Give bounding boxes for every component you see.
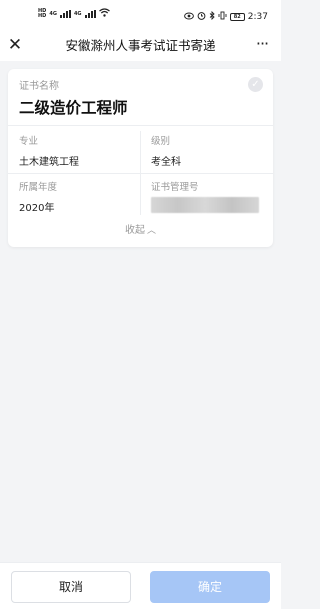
certificate-card: 证书名称 ✓ 二级造价工程师 专业 土木建筑工程 级别 考全科 所属年度 202… — [8, 69, 273, 247]
signal-icon — [59, 10, 71, 18]
sim-stack: HD HD — [38, 9, 46, 19]
action-footer: 取消 确定 — [0, 562, 281, 609]
level-field: 级别 考全科 — [151, 133, 181, 168]
signal-icon-2 — [84, 10, 96, 18]
year-value: 2020年 — [19, 203, 55, 214]
certificate-name: 二级造价工程师 — [19, 99, 128, 117]
close-icon[interactable]: ✕ — [7, 34, 23, 56]
collapse-label: 收起 — [124, 225, 145, 236]
more-options-icon[interactable]: ··· — [253, 34, 271, 56]
major-field: 专业 土木建筑工程 — [19, 133, 79, 168]
major-value: 土木建筑工程 — [19, 157, 79, 168]
status-left: HD HD 4G 4G — [38, 8, 110, 20]
collapse-toggle[interactable]: 收起 ︿ — [8, 221, 273, 236]
vibrate-icon — [218, 11, 227, 23]
number-label: 证书管理号 — [151, 182, 199, 193]
title-bar: ✕ 安徽滁州人事考试证书寄递 ··· — [0, 30, 281, 61]
redacted-number — [151, 197, 259, 213]
page-title: 安徽滁州人事考试证书寄递 — [65, 38, 216, 53]
battery-icon: 82 — [229, 13, 245, 21]
chevron-up-icon: ︿ — [146, 226, 156, 236]
row-divider — [8, 173, 273, 174]
number-field: 证书管理号 — [151, 179, 259, 213]
certificate-name-label: 证书名称 — [19, 81, 59, 92]
wifi-icon — [98, 8, 110, 20]
clock-time: 2:37 — [247, 12, 268, 22]
status-bar: HD HD 4G 4G 82 2:37 — [0, 0, 281, 30]
sim2-label: HD — [38, 13, 47, 19]
alarm-icon — [197, 11, 206, 23]
major-label: 专业 — [19, 136, 39, 147]
divider — [8, 125, 273, 126]
status-right: 82 2:37 — [183, 10, 268, 23]
net1-label: 4G — [49, 10, 57, 17]
bluetooth-icon — [209, 10, 215, 23]
eye-icon — [183, 12, 194, 23]
year-label: 所属年度 — [19, 182, 58, 193]
cancel-button[interactable]: 取消 — [11, 571, 131, 603]
check-circle-icon[interactable]: ✓ — [248, 77, 263, 92]
confirm-button[interactable]: 确定 — [150, 571, 270, 603]
level-value: 考全科 — [151, 157, 181, 168]
year-field: 所属年度 2020年 — [19, 179, 57, 214]
level-label: 级别 — [151, 136, 171, 147]
net2-label: 4G — [73, 10, 82, 17]
